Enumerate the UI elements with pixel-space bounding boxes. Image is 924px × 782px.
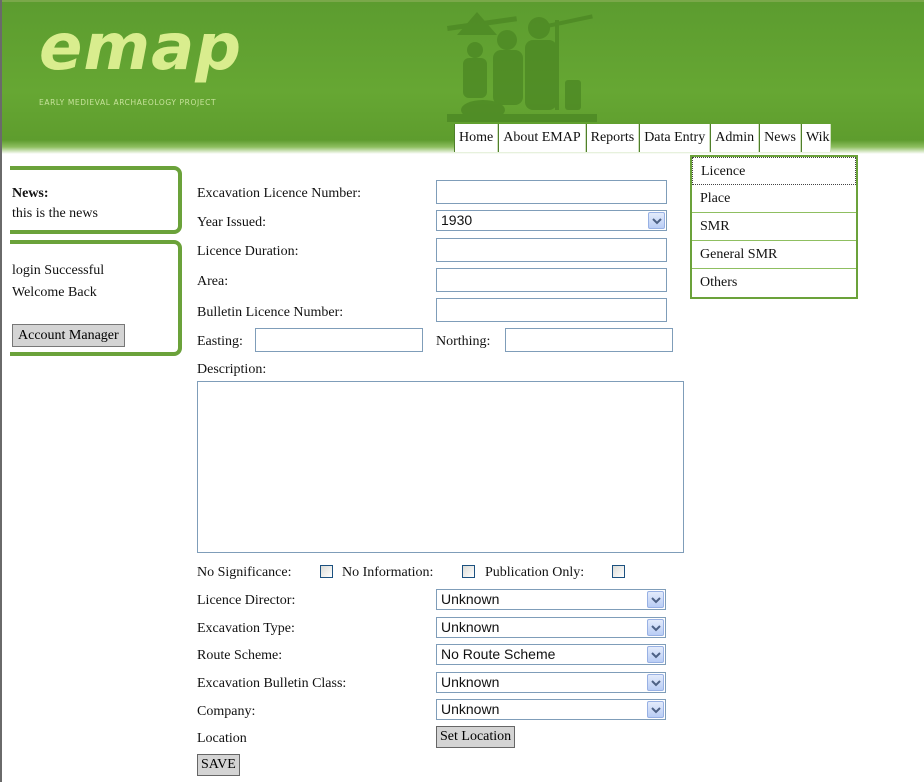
description-label: Description:: [197, 362, 267, 377]
no-information-checkbox[interactable]: [462, 565, 475, 578]
header-figures-image: [447, 12, 597, 122]
company-select[interactable]: Unknown: [436, 699, 666, 720]
nav-news[interactable]: News: [759, 124, 801, 152]
nav-about-emap[interactable]: About EMAP: [498, 124, 586, 152]
excavation-type-value: Unknown: [441, 619, 500, 635]
year-issued-value: 1930: [441, 212, 473, 228]
nav-wiki[interactable]: Wiki: [801, 124, 831, 152]
main-nav: Home About EMAP Reports Data Entry Admin…: [454, 124, 831, 152]
bulletin-number-label: Bulletin Licence Number:: [197, 305, 344, 320]
year-issued-select[interactable]: 1930: [436, 210, 667, 231]
data-entry-dropdown: Licence Place SMR General SMR Others: [690, 155, 858, 299]
excavation-type-select[interactable]: Unknown: [436, 617, 666, 638]
dropdown-item-licence[interactable]: Licence: [692, 157, 856, 185]
welcome-message: Welcome Back: [12, 285, 97, 300]
location-label: Location: [197, 731, 247, 746]
chevron-down-icon[interactable]: [648, 212, 665, 229]
publication-only-checkbox[interactable]: [612, 565, 625, 578]
dropdown-item-others[interactable]: Others: [692, 269, 856, 297]
easting-label: Easting:: [197, 334, 243, 349]
route-scheme-label: Route Scheme:: [197, 648, 283, 663]
chevron-down-icon[interactable]: [647, 674, 664, 691]
no-significance-checkbox[interactable]: [320, 565, 333, 578]
bulletin-class-select[interactable]: Unknown: [436, 672, 666, 693]
licence-duration-input[interactable]: [436, 238, 667, 262]
login-box: login Successful Welcome Back Account Ma…: [10, 240, 182, 356]
chevron-down-icon[interactable]: [647, 701, 664, 718]
licence-number-input[interactable]: [436, 180, 667, 204]
publication-only-label: Publication Only:: [485, 565, 585, 580]
no-information-label: No Information:: [342, 565, 434, 580]
route-scheme-select[interactable]: No Route Scheme: [436, 644, 666, 665]
chevron-down-icon[interactable]: [647, 646, 664, 663]
licence-director-value: Unknown: [441, 591, 500, 607]
bulletin-class-value: Unknown: [441, 674, 500, 690]
licence-director-label: Licence Director:: [197, 593, 296, 608]
northing-label: Northing:: [436, 334, 491, 349]
login-status: login Successful: [12, 263, 105, 278]
bulletin-class-label: Excavation Bulletin Class:: [197, 676, 347, 691]
site-logo-subtitle: EARLY MEDIEVAL ARCHAEOLOGY PROJECT: [39, 98, 217, 107]
dropdown-item-smr[interactable]: SMR: [692, 213, 856, 241]
year-issued-label: Year Issued:: [197, 215, 266, 230]
nav-reports[interactable]: Reports: [585, 124, 640, 152]
nav-data-entry[interactable]: Data Entry: [639, 124, 711, 152]
chevron-down-icon[interactable]: [647, 591, 664, 608]
easting-input[interactable]: [255, 328, 423, 352]
northing-input[interactable]: [505, 328, 673, 352]
news-text: this is the news: [12, 206, 98, 221]
account-manager-button[interactable]: Account Manager: [12, 324, 125, 347]
dropdown-item-general-smr[interactable]: General SMR: [692, 241, 856, 269]
no-significance-label: No Significance:: [197, 565, 292, 580]
set-location-button[interactable]: Set Location: [436, 726, 516, 748]
news-title: News:: [12, 186, 49, 201]
licence-duration-label: Licence Duration:: [197, 244, 299, 259]
company-value: Unknown: [441, 701, 500, 717]
site-logo[interactable]: emap: [39, 16, 242, 80]
company-label: Company:: [197, 704, 256, 719]
nav-admin[interactable]: Admin: [710, 124, 760, 152]
excavation-type-label: Excavation Type:: [197, 621, 295, 636]
news-box: News: this is the news: [10, 166, 182, 234]
description-textarea[interactable]: [197, 381, 684, 553]
chevron-down-icon[interactable]: [647, 619, 664, 636]
dropdown-item-place[interactable]: Place: [692, 185, 856, 213]
licence-director-select[interactable]: Unknown: [436, 589, 666, 610]
save-button[interactable]: SAVE: [197, 754, 240, 776]
area-input[interactable]: [436, 268, 667, 292]
nav-home[interactable]: Home: [454, 124, 499, 152]
bulletin-number-input[interactable]: [436, 298, 667, 322]
licence-number-label: Excavation Licence Number:: [197, 186, 362, 201]
route-scheme-value: No Route Scheme: [441, 646, 556, 662]
area-label: Area:: [197, 274, 229, 289]
